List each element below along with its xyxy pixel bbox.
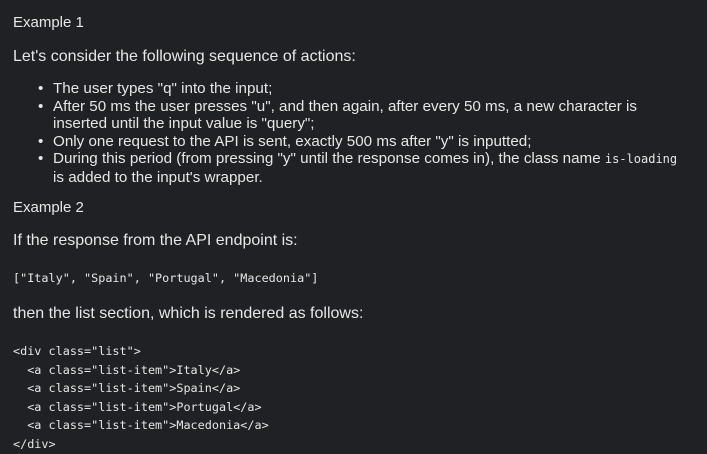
- list-item-text: During this period (from pressing "y" un…: [53, 150, 605, 168]
- list-item: • After 50 ms the user presses "u", and …: [13, 98, 707, 133]
- inline-code-class-name: is-loading: [604, 152, 678, 167]
- code-line: <a class="list-item">Spain</a>: [13, 381, 241, 396]
- list-item-text: inserted until the input value is "query…: [53, 115, 315, 133]
- bullet-icon: •: [38, 97, 44, 115]
- list-item-text: The user types "q" into the input;: [53, 80, 273, 97]
- bullet-icon: •: [38, 80, 44, 97]
- list-item: • Only one request to the API is sent, e…: [13, 133, 707, 151]
- bullet-icon: •: [38, 150, 44, 168]
- code-line: <a class="list-item">Italy</a>: [13, 362, 241, 377]
- html-code-block: <div class="list"> <a class="list-item">…: [13, 342, 269, 454]
- actions-list: • The user types "q" into the input; • A…: [13, 80, 707, 187]
- example-2-heading: Example 2: [13, 199, 84, 216]
- list-item: • The user types "q" into the input;: [13, 80, 707, 98]
- example-1-intro: Let's consider the following sequence of…: [13, 48, 356, 65]
- code-line: </div>: [13, 436, 56, 451]
- list-item: • During this period (from pressing "y" …: [13, 150, 707, 186]
- api-response-code-block: ["Italy", "Spain", "Portugal", "Macedoni…: [13, 271, 319, 285]
- list-item-text: Only one request to the API is sent, exa…: [53, 132, 532, 150]
- code-line: <div class="list">: [13, 344, 141, 358]
- example-2-outro: then the list section, which is rendered…: [13, 305, 364, 322]
- bullet-icon: •: [38, 132, 44, 150]
- example-1-heading: Example 1: [13, 14, 84, 31]
- list-item-text: After 50 ms the user presses "u", and th…: [53, 97, 637, 115]
- example-2-intro: If the response from the API endpoint is…: [13, 232, 298, 249]
- code-line: <a class="list-item">Macedonia</a>: [13, 418, 269, 433]
- code-line: <a class="list-item">Portugal</a>: [13, 399, 262, 414]
- list-item-text: is added to the input's wrapper.: [53, 168, 263, 186]
